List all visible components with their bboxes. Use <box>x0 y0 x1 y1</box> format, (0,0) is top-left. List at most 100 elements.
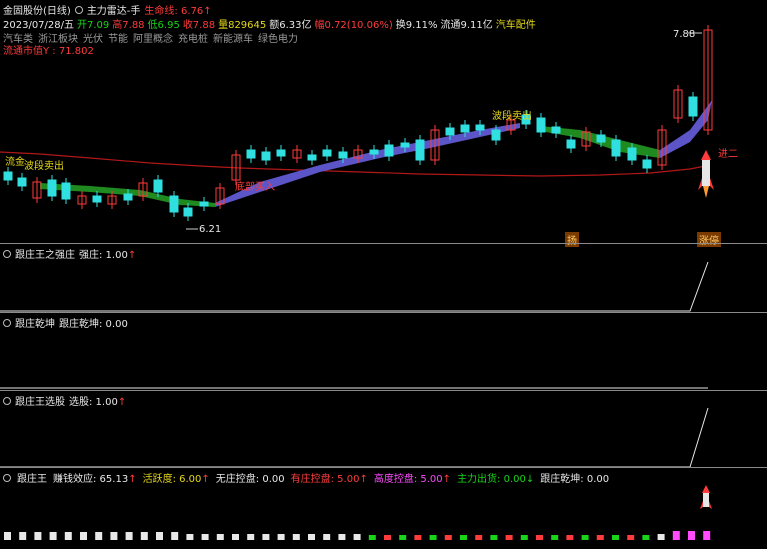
candle <box>92 195 102 203</box>
bottom-bar <box>505 535 513 540</box>
candle <box>123 193 133 201</box>
bottom-bar <box>4 532 11 540</box>
panel1-signal-line <box>0 261 709 312</box>
band-blue <box>215 123 520 207</box>
ma-line <box>0 151 711 177</box>
candle <box>566 139 576 149</box>
bottom-bar <box>232 534 239 540</box>
candle <box>596 134 606 143</box>
panel-1-field: 强庄: 1.00↑ <box>79 250 137 261</box>
bottom-bar <box>110 532 118 540</box>
price-max-label: 7.88 <box>673 29 696 40</box>
grand-label: 进二 <box>718 149 738 160</box>
bottom-bar <box>414 535 422 540</box>
panel-divider-1[interactable] <box>0 243 767 244</box>
candle <box>415 139 425 161</box>
panel-4-gear-icon[interactable] <box>3 473 11 482</box>
candle <box>611 139 621 157</box>
panel-4-item: 有庄控盘: 5.00↑ <box>290 474 368 485</box>
panel-3-header: 跟庄王选股 选股: 1.00↑ <box>3 393 126 408</box>
candle <box>338 151 348 159</box>
bottom-bar <box>490 535 498 540</box>
panel-3-title[interactable]: 跟庄王选股 <box>15 393 65 408</box>
bottom-bar <box>612 535 619 540</box>
bottom-bar <box>384 535 391 540</box>
panel-2-header: 跟庄乾坤 跟庄乾坤: 0.00 <box>3 315 128 330</box>
wave-sell-label-2: 波段卖出 <box>24 161 64 172</box>
bottom-bar <box>308 534 315 540</box>
candle <box>384 144 394 157</box>
bottom-bar <box>672 531 680 540</box>
panel-4-item: 无庄控盘: 0.00 <box>215 474 285 485</box>
rocket-icon <box>698 150 714 198</box>
candle <box>246 149 256 159</box>
panel-4-item: 跟庄乾坤: 0.00 <box>540 474 610 485</box>
bottom-bar <box>657 534 665 540</box>
bottom-tag-1: 扬 <box>565 232 579 247</box>
bottom-bar <box>95 532 103 540</box>
panel-divider-3[interactable] <box>0 390 767 391</box>
candle <box>153 179 163 193</box>
bottom-bar <box>186 534 194 540</box>
bottom-bar <box>703 531 711 540</box>
bottom-buy-label: 底部买入 <box>235 182 275 193</box>
wave-sell-label-1: 波段卖出 <box>492 111 532 122</box>
panel3-signal-line <box>0 407 709 468</box>
candle <box>199 201 209 207</box>
bottom-bar <box>399 535 407 540</box>
bottom-bar <box>323 534 331 540</box>
panel-1-gear-icon[interactable] <box>3 249 11 258</box>
panel-4-item: 主力出货: 0.00↓ <box>457 474 535 485</box>
bottom-bar <box>125 532 133 540</box>
bottom-bar <box>551 535 559 540</box>
panel-1-title[interactable]: 跟庄王之强庄 <box>15 246 75 261</box>
bottom-bar <box>140 532 148 540</box>
panel-2-title[interactable]: 跟庄乾坤 <box>15 315 55 330</box>
bottom-bar <box>627 535 635 540</box>
bottom-bar <box>171 532 179 540</box>
candle <box>642 159 652 169</box>
candle <box>3 171 13 181</box>
bottom-bar <box>19 532 27 540</box>
bottom-bar <box>444 535 452 540</box>
panel-4-title[interactable]: 跟庄王 <box>17 470 47 485</box>
panel-divider-4[interactable] <box>0 467 767 468</box>
panel-2-field: 跟庄乾坤: 0.00 <box>59 319 128 330</box>
bottom-bar <box>64 532 72 540</box>
bottom-bar <box>277 534 285 540</box>
bottom-bar <box>292 534 300 540</box>
bottom-bar <box>536 535 543 540</box>
candle <box>169 195 179 213</box>
panel-3-gear-icon[interactable] <box>3 396 11 405</box>
bottom-bar <box>520 535 528 540</box>
bottom-bar <box>49 532 57 540</box>
candle <box>47 179 57 197</box>
candle <box>536 117 546 133</box>
panel-4-header: 跟庄王 赚钱效应: 65.13↑ 活跃度: 6.00↑ 无庄控盘: 0.00 有庄控盘… <box>3 470 609 485</box>
bottom-bar <box>460 535 467 540</box>
bottom-bar <box>688 531 695 540</box>
bottom-bar <box>596 535 604 540</box>
candle <box>276 149 286 157</box>
candle <box>627 147 637 161</box>
bottom-bar <box>216 534 224 540</box>
bottom-bar <box>262 534 270 540</box>
liu-label: 流金 <box>5 157 25 168</box>
panel-3-field: 选股: 1.00↑ <box>69 397 127 408</box>
bottom-bar <box>201 534 209 540</box>
panel-4-item: 赚钱效应: 65.13↑ <box>53 474 137 485</box>
candle <box>491 129 501 141</box>
bottom-bar <box>247 534 255 540</box>
candle <box>551 126 561 134</box>
bottom-bar <box>353 534 361 540</box>
bottom-bar <box>368 535 376 540</box>
candle <box>322 149 332 157</box>
panel-4-item: 高度控盘: 5.00↑ <box>373 474 452 485</box>
bottom-bar <box>475 535 483 540</box>
candle <box>475 124 485 131</box>
panel-2-gear-icon[interactable] <box>3 318 11 327</box>
panel-divider-2[interactable] <box>0 312 767 313</box>
bottom-bar <box>642 535 650 540</box>
candle <box>17 177 27 187</box>
panel-4-item: 活跃度: 6.00↑ <box>142 474 210 485</box>
